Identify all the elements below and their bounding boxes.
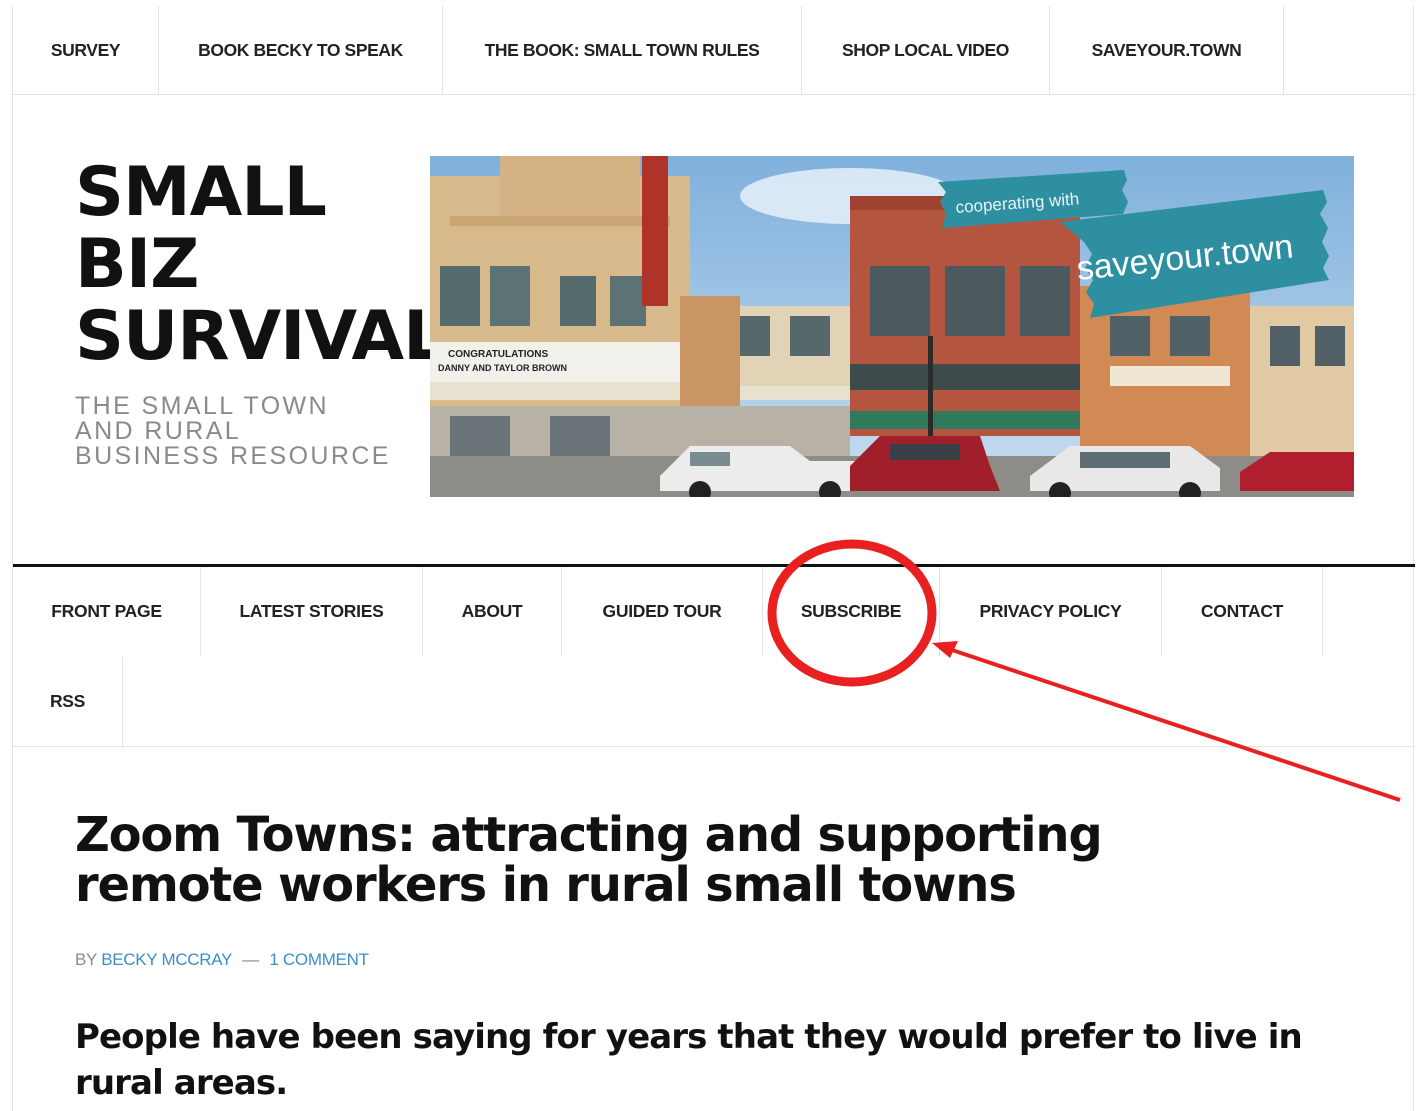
nav-about[interactable]: ABOUT (423, 567, 562, 656)
nav-rss[interactable]: RSS (13, 657, 123, 746)
post-title[interactable]: Zoom Towns: attracting and supporting re… (75, 810, 1275, 910)
meta-separator: — (242, 950, 259, 969)
header-banner-image[interactable]: CONGRATULATIONS DANNY AND TAYLOR BROWN c… (430, 156, 1354, 497)
nav-privacy-policy[interactable]: PRIVACY POLICY (940, 567, 1162, 656)
tagline-line: AND RURAL (75, 417, 242, 445)
main-navigation: FRONT PAGE LATEST STORIES ABOUT GUIDED T… (13, 567, 1415, 747)
site-title-line: SMALL (75, 153, 327, 232)
site-title-line: BIZ (75, 225, 199, 304)
page: SURVEY BOOK BECKY TO SPEAK THE BOOK: SMA… (12, 6, 1415, 1111)
nav-subscribe[interactable]: SUBSCRIBE (763, 567, 940, 656)
nav-latest-stories[interactable]: LATEST STORIES (201, 567, 423, 656)
nav-front-page[interactable]: FRONT PAGE (13, 567, 201, 656)
marquee-text: DANNY AND TAYLOR BROWN (438, 363, 567, 373)
downtown-street-illustration: CONGRATULATIONS DANNY AND TAYLOR BROWN c… (430, 156, 1354, 497)
top-nav-saveyour-town[interactable]: SAVEYOUR.TOWN (1050, 6, 1284, 95)
top-nav-the-book[interactable]: THE BOOK: SMALL TOWN RULES (443, 6, 802, 95)
marquee-text: CONGRATULATIONS (448, 349, 549, 360)
nav-guided-tour[interactable]: GUIDED TOUR (562, 567, 763, 656)
top-navigation: SURVEY BOOK BECKY TO SPEAK THE BOOK: SMA… (13, 6, 1415, 95)
top-nav-survey[interactable]: SURVEY (13, 6, 159, 95)
site-title[interactable]: SMALL BIZ SURVIVAL (75, 153, 446, 376)
post-meta: BY BECKY MCCRAY — 1 COMMENT (75, 950, 369, 970)
tagline-line: BUSINESS RESOURCE (75, 442, 391, 470)
byline-prefix: BY (75, 950, 97, 969)
site-title-line: SURVIVAL (75, 297, 446, 376)
post-lede: People have been saying for years that t… (75, 1017, 1303, 1103)
comments-link[interactable]: 1 COMMENT (269, 950, 369, 969)
tagline-line: THE SMALL TOWN (75, 392, 330, 420)
top-nav-book-becky[interactable]: BOOK BECKY TO SPEAK (159, 6, 443, 95)
site-tagline: THE SMALL TOWN AND RURAL BUSINESS RESOUR… (75, 394, 391, 469)
nav-contact[interactable]: CONTACT (1162, 567, 1323, 656)
author-link[interactable]: BECKY MCCRAY (101, 950, 232, 969)
post-title-line: remote workers in rural small towns (75, 857, 1017, 913)
post-title-line: Zoom Towns: attracting and supporting (75, 807, 1103, 863)
top-nav-shop-local-video[interactable]: SHOP LOCAL VIDEO (802, 6, 1050, 95)
